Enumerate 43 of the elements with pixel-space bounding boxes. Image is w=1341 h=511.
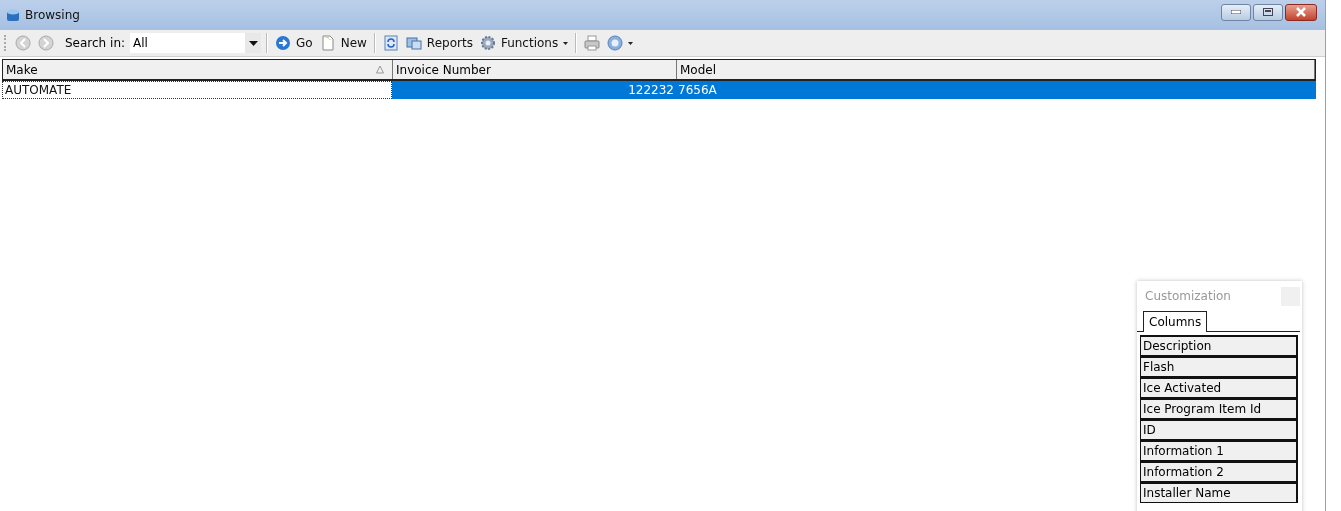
tab[interactable]: Columns [1143, 311, 1208, 332]
printer-icon [584, 35, 601, 51]
panel-title: Customization [1145, 289, 1232, 303]
help-icon [607, 35, 624, 51]
column-item[interactable]: Description [1140, 335, 1298, 356]
print-button[interactable] [582, 32, 603, 54]
overflow-caret-icon[interactable] [628, 41, 634, 45]
column-item[interactable]: Ice Program Item Id [1140, 398, 1298, 419]
column-item[interactable]: Flash [1140, 356, 1298, 377]
maximize-button[interactable] [1253, 3, 1283, 21]
minimize-icon [1231, 10, 1241, 14]
maximize-icon [1263, 8, 1273, 16]
gear-icon [479, 35, 496, 51]
column-item[interactable]: Information 2 [1140, 461, 1298, 482]
app-icon [6, 8, 20, 22]
column-item[interactable]: Ice Activated [1140, 377, 1298, 398]
column-header[interactable]: Make [3, 60, 393, 79]
go-button[interactable]: Go [273, 32, 315, 54]
reports-icon [405, 35, 422, 51]
reports-button[interactable]: Reports [403, 32, 475, 54]
dropdown-arrow-icon [248, 40, 258, 46]
minimize-button[interactable] [1221, 3, 1251, 21]
column-header[interactable]: Model [677, 60, 1315, 79]
back-button[interactable] [13, 32, 33, 54]
column-item[interactable]: ID [1140, 419, 1298, 440]
search-label: Search in: [65, 36, 126, 50]
document-icon [319, 35, 336, 51]
column-item[interactable]: Installer Name [1140, 482, 1298, 503]
table-cell: 7656A [676, 81, 1316, 99]
arrow-circle-icon [275, 35, 292, 51]
caret-icon [563, 41, 569, 45]
functions-button[interactable]: Functions [477, 32, 571, 54]
close-button[interactable] [1285, 3, 1317, 21]
close-icon [1295, 7, 1307, 17]
forward-button[interactable] [36, 32, 56, 54]
new-button[interactable]: New [317, 32, 369, 54]
search-in-dropdown[interactable]: All [130, 33, 262, 53]
window-title: Browsing [25, 8, 80, 22]
column-header[interactable]: Invoice Number [393, 60, 677, 79]
table-cell: AUTOMATE [2, 81, 392, 99]
refresh-icon [382, 35, 399, 51]
table-cell: 122232 [392, 81, 676, 99]
column-item[interactable]: Information 1 [1140, 440, 1298, 461]
